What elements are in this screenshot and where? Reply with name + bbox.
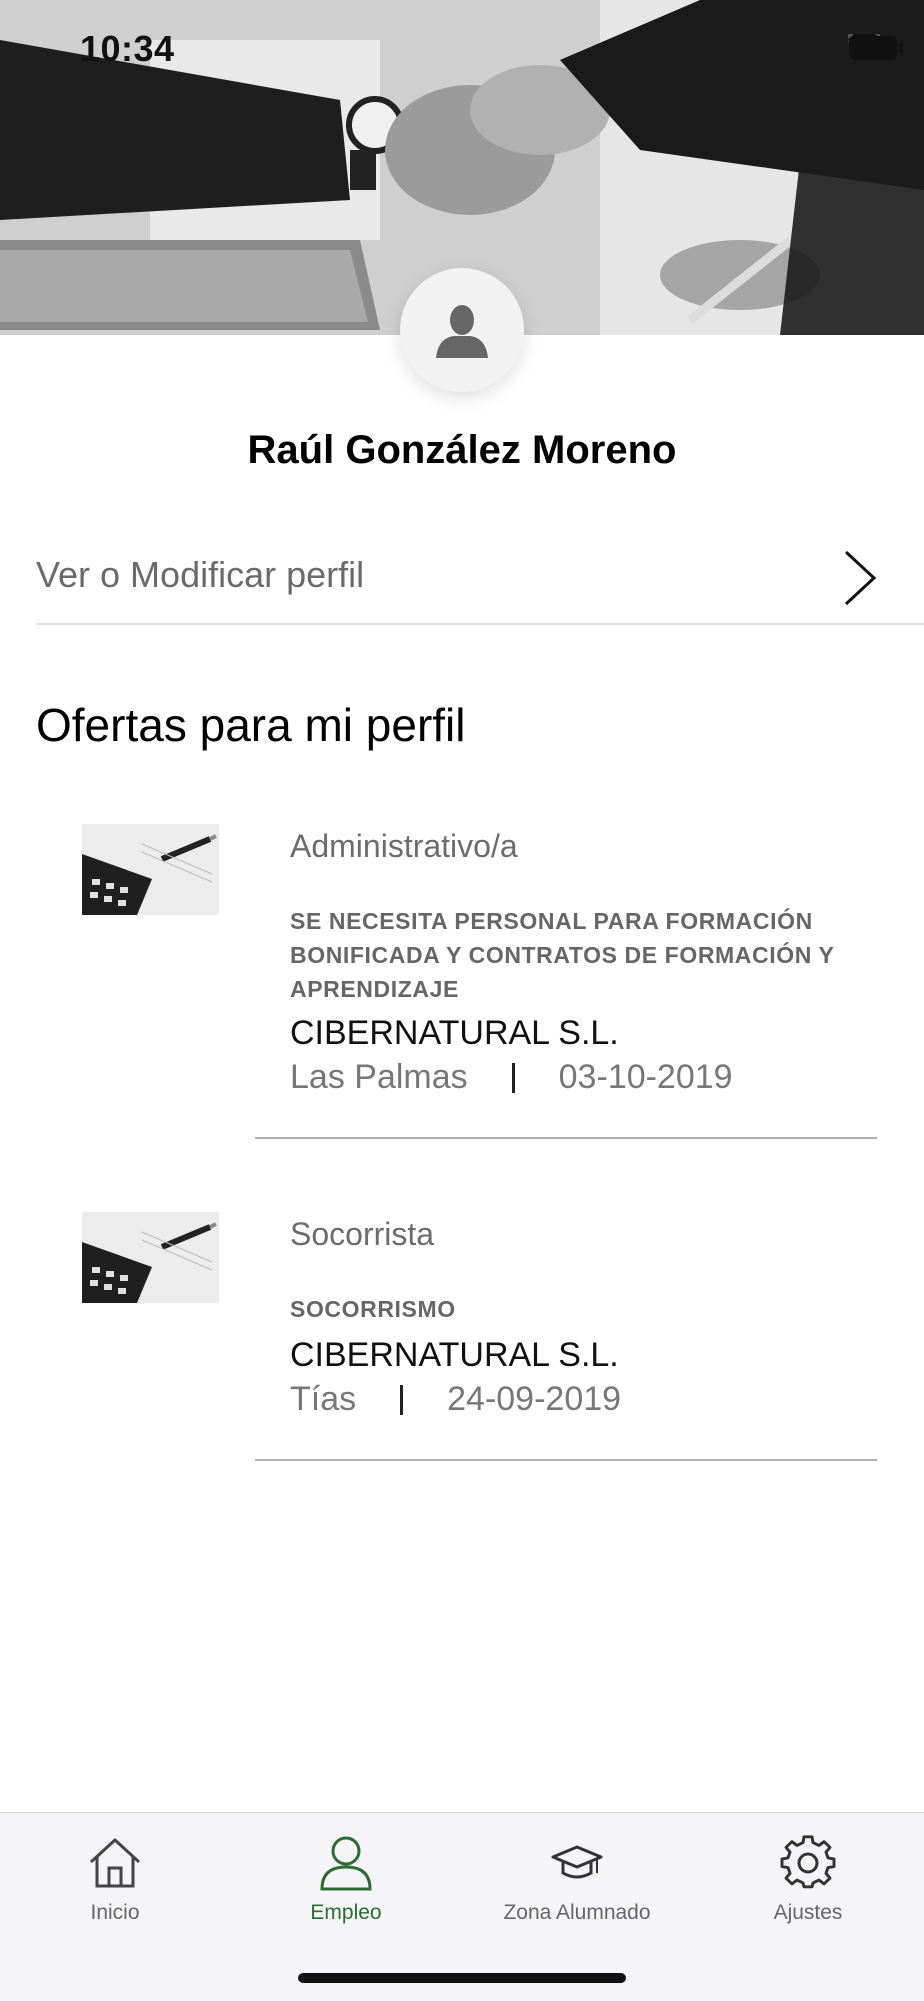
- tab-inicio[interactable]: Inicio: [15, 1833, 215, 1925]
- tab-empleo[interactable]: Empleo: [246, 1833, 446, 1925]
- gear-icon: [780, 1835, 836, 1889]
- offer-thumbnail-calculator-icon: [82, 824, 219, 915]
- offer-date: 24-09-2019: [447, 1380, 622, 1418]
- offer-company: CIBERNATURAL S.L.: [290, 1014, 619, 1052]
- offers-section-title: Ofertas para mi perfil: [36, 699, 466, 751]
- meta-separator: [511, 1062, 515, 1093]
- person-icon: [320, 1836, 372, 1891]
- tab-label: Inicio: [90, 1901, 140, 1924]
- home-icon: [89, 1838, 141, 1888]
- avatar[interactable]: [400, 268, 524, 392]
- meta-separator: [400, 1384, 404, 1415]
- status-time: 10:34: [80, 28, 175, 69]
- offer-date: 03-10-2019: [558, 1058, 733, 1096]
- offer-divider: [255, 1459, 877, 1461]
- offer-description: SOCORRISMO: [290, 1296, 456, 1322]
- tab-zona-alumnado[interactable]: Zona Alumnado: [477, 1833, 677, 1925]
- profile-name: Raúl González Moreno: [247, 428, 677, 472]
- tab-label: Ajustes: [773, 1901, 843, 1924]
- user-silhouette-icon: [436, 305, 488, 358]
- offer-description: SE NECESITA PERSONAL PARA FORMACIÓN BONI…: [290, 908, 835, 1002]
- offer-location: Las Palmas: [290, 1058, 468, 1096]
- graduation-cap-icon: [551, 1845, 603, 1879]
- offer-meta: Tías 24-09-2019: [290, 1380, 621, 1419]
- offer-location: Tías: [290, 1380, 357, 1418]
- tab-label: Empleo: [310, 1901, 382, 1924]
- offer-role: Administrativo/a: [290, 828, 518, 864]
- offer-divider: [255, 1137, 877, 1139]
- offer-role: Socorrista: [290, 1216, 435, 1252]
- status-icons: [848, 34, 903, 60]
- offer-meta: Las Palmas 03-10-2019: [290, 1058, 733, 1097]
- edit-profile-link[interactable]: Ver o Modificar perfil: [36, 530, 924, 625]
- home-indicator[interactable]: [298, 1973, 626, 1983]
- battery-icon: [849, 36, 903, 60]
- offer-thumbnail-calculator-icon: [82, 1212, 219, 1303]
- offer-company: CIBERNATURAL S.L.: [290, 1336, 619, 1374]
- tab-ajustes[interactable]: Ajustes: [708, 1833, 908, 1925]
- tab-label: Zona Alumnado: [503, 1901, 651, 1924]
- edit-profile-label: Ver o Modificar perfil: [36, 554, 365, 595]
- chevron-right-icon: [844, 550, 877, 606]
